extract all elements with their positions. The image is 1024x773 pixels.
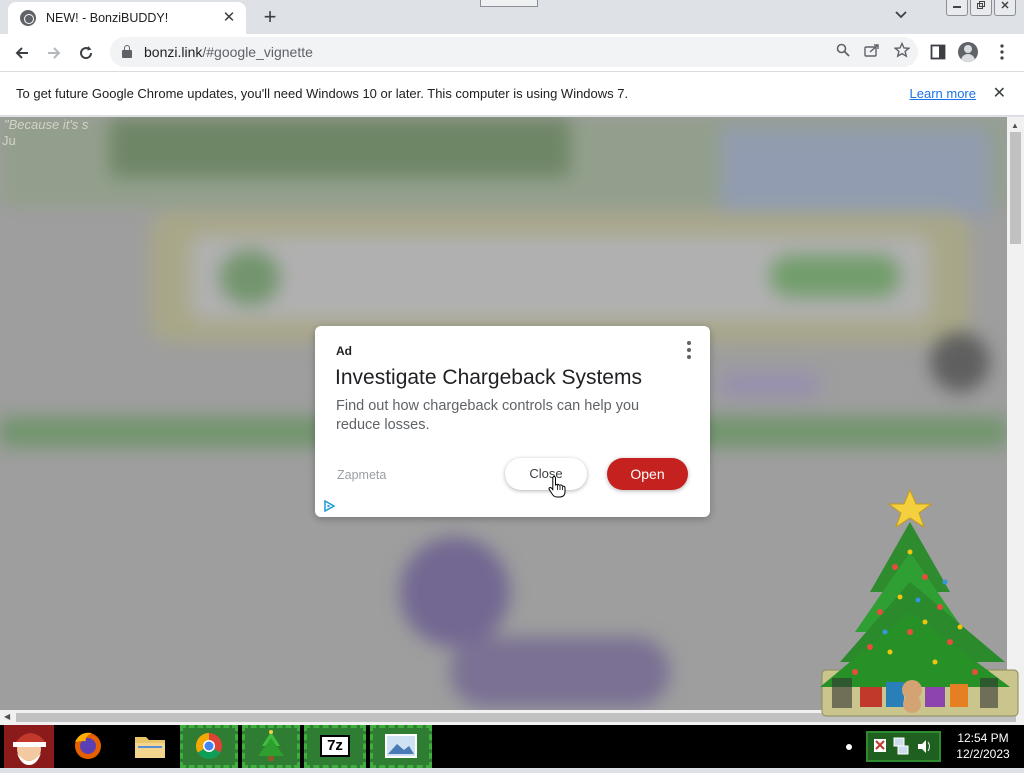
7zip-icon: 7z xyxy=(320,735,350,757)
santa-icon[interactable] xyxy=(4,725,54,768)
vignette-ad-card: Ad Investigate Chargeback Systems Find o… xyxy=(315,326,710,517)
url-text: bonzi.link/#google_vignette xyxy=(144,44,313,60)
image-viewer-taskbar-button[interactable] xyxy=(370,725,432,768)
update-infobar: To get future Google Chrome updates, you… xyxy=(0,71,1024,116)
share-icon[interactable] xyxy=(864,43,880,61)
ad-title[interactable]: Investigate Chargeback Systems xyxy=(335,366,642,390)
restore-button[interactable] xyxy=(970,0,992,16)
vertical-scroll-thumb[interactable] xyxy=(1010,132,1021,244)
system-tray xyxy=(866,731,941,762)
back-arrow-icon[interactable] xyxy=(6,37,38,69)
profile-button[interactable] xyxy=(958,36,982,68)
firefox-icon[interactable] xyxy=(66,725,110,768)
minimize-button[interactable] xyxy=(946,0,968,16)
browser-toolbar: bonzi.link/#google_vignette xyxy=(0,34,1024,71)
tab-search-icon[interactable] xyxy=(895,8,907,22)
infobar-message: To get future Google Chrome updates, you… xyxy=(16,86,629,101)
toolbar-right xyxy=(926,36,1014,68)
scroll-left-arrow-icon[interactable]: ◀ xyxy=(4,712,10,721)
bookmark-star-icon[interactable] xyxy=(893,41,911,62)
infobar-close-icon[interactable]: ✕ xyxy=(993,83,1006,103)
learn-more-link[interactable]: Learn more xyxy=(910,86,976,101)
network-icon[interactable] xyxy=(893,737,909,755)
tab-strip: NEW! - BonziBUDDY! ✕ + xyxy=(0,0,1024,34)
tree-taskbar-button[interactable] xyxy=(242,725,300,768)
new-tab-button[interactable]: + xyxy=(258,6,282,30)
chrome-icon xyxy=(195,732,222,760)
window-controls xyxy=(946,0,1016,16)
explorer-icon[interactable] xyxy=(128,725,172,768)
ad-description: Find out how chargeback controls can hel… xyxy=(336,398,640,433)
kebab-menu-icon[interactable] xyxy=(990,36,1014,68)
hand-cursor-icon xyxy=(548,476,566,498)
image-viewer-icon xyxy=(385,734,417,758)
zoom-search-icon[interactable] xyxy=(836,43,850,61)
ad-menu-icon[interactable] xyxy=(684,341,694,359)
globe-icon xyxy=(20,10,36,26)
address-bar[interactable]: bonzi.link/#google_vignette xyxy=(110,37,918,67)
clock-time: 12:54 PM xyxy=(957,731,1009,745)
forward-arrow-icon[interactable] xyxy=(38,37,70,69)
lock-icon[interactable] xyxy=(122,45,132,58)
avatar-icon xyxy=(958,42,978,62)
tab-title: NEW! - BonziBUDDY! xyxy=(46,11,169,25)
ad-open-button[interactable]: Open xyxy=(607,458,688,490)
clock-date: 12/2/2023 xyxy=(956,747,1010,761)
7zip-taskbar-button[interactable]: 7z xyxy=(304,725,366,768)
taskbar-clock[interactable]: 12:54 PM 12/2/2023 xyxy=(946,730,1020,762)
title-bar-grip[interactable] xyxy=(480,0,538,7)
adchoices-icon[interactable] xyxy=(323,500,335,512)
notification-dot-icon xyxy=(846,744,852,750)
url-path: /#google_vignette xyxy=(202,44,313,60)
chrome-taskbar-button[interactable] xyxy=(180,725,238,768)
window-close-button[interactable] xyxy=(994,0,1016,16)
ad-advertiser[interactable]: Zapmeta xyxy=(337,468,386,482)
taskbar: 7z 12:54 PM 12/2/2023 xyxy=(0,725,1024,768)
browser-tab[interactable]: NEW! - BonziBUDDY! ✕ xyxy=(8,2,246,34)
flag-alert-icon[interactable] xyxy=(874,739,886,752)
side-panel-icon[interactable] xyxy=(926,36,950,68)
omnibox-actions xyxy=(836,37,911,67)
volume-icon[interactable] xyxy=(918,740,930,753)
scroll-up-arrow-icon[interactable]: ▲ xyxy=(1011,121,1019,130)
reload-icon[interactable] xyxy=(70,37,102,69)
ad-close-button[interactable]: Close xyxy=(505,458,587,490)
url-host: bonzi.link xyxy=(144,44,203,60)
christmas-tree-icon[interactable] xyxy=(800,482,1022,722)
christmas-tree-icon xyxy=(258,730,284,761)
tab-close-icon[interactable]: ✕ xyxy=(220,9,238,27)
ad-label: Ad xyxy=(336,344,352,358)
